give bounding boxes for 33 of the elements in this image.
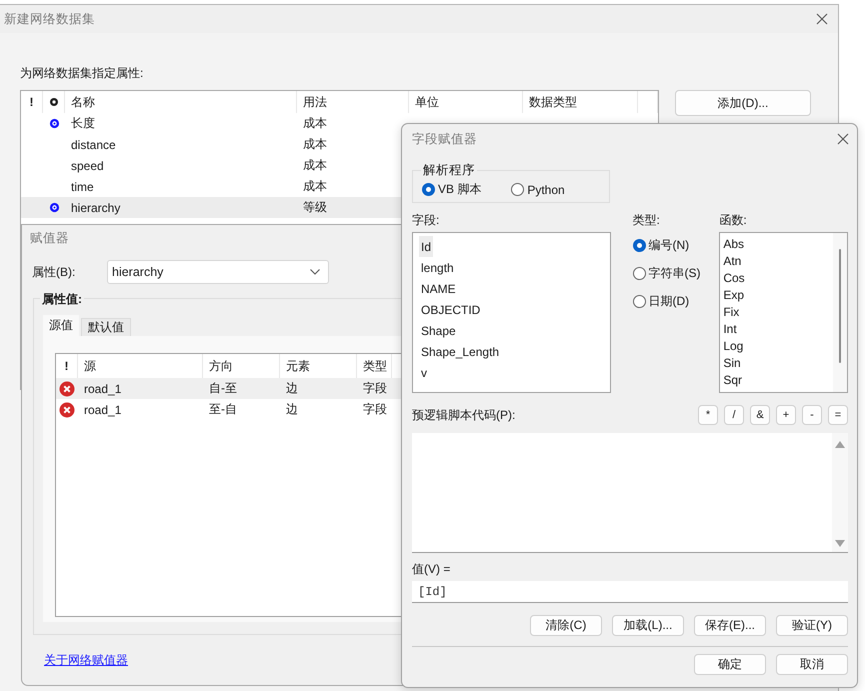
table-cell-text: hierarchy <box>70 200 122 216</box>
table-cell-text: 字段 <box>362 380 388 397</box>
table-cell-text: 字段 <box>362 401 388 418</box>
prompt-label: 为网络数据集指定属性: <box>20 65 144 82</box>
group-label: 属性值: <box>40 291 84 308</box>
table-cell-text: time <box>70 178 95 196</box>
table-cell-text: road_1 <box>83 380 122 398</box>
table-cell-text: 成本 <box>302 178 328 195</box>
field-label: 值(V) = <box>412 561 452 578</box>
radio-label: Python <box>527 182 565 196</box>
table-cell-text: 等级 <box>302 199 328 216</box>
field-label: 属性(B): <box>32 264 76 280</box>
window-title: 新建网络数据集 <box>4 10 95 28</box>
window-title: 赋值器 <box>30 230 69 246</box>
table-cell-text: 成本 <box>302 115 328 132</box>
table-cell-text: 自-至 <box>208 380 238 397</box>
table-cell-text: 成本 <box>302 136 328 153</box>
window-title: 字段赋值器 <box>412 130 477 148</box>
radio-label: 日期(D) <box>648 293 690 310</box>
field-label: 函数: <box>719 212 748 228</box>
radio-label: 字符串(S) <box>648 265 701 282</box>
table-cell-text: 长度 <box>70 115 96 132</box>
table-cell-text: 成本 <box>302 157 328 174</box>
table-cell-text: speed <box>70 158 105 174</box>
table-cell-text: road_1 <box>83 402 122 418</box>
field-label: 预逻辑脚本代码(P): <box>412 406 516 424</box>
group-label: 解析程序 <box>421 162 477 179</box>
table-cell-text: distance <box>70 136 117 154</box>
table-cell-text: 边 <box>285 401 299 418</box>
radio-label: 编号(N) <box>648 237 690 254</box>
radio-label: VB 脚本 <box>438 181 482 198</box>
table-cell-text: 边 <box>285 380 299 397</box>
table-cell-text: 至-自 <box>208 401 238 418</box>
